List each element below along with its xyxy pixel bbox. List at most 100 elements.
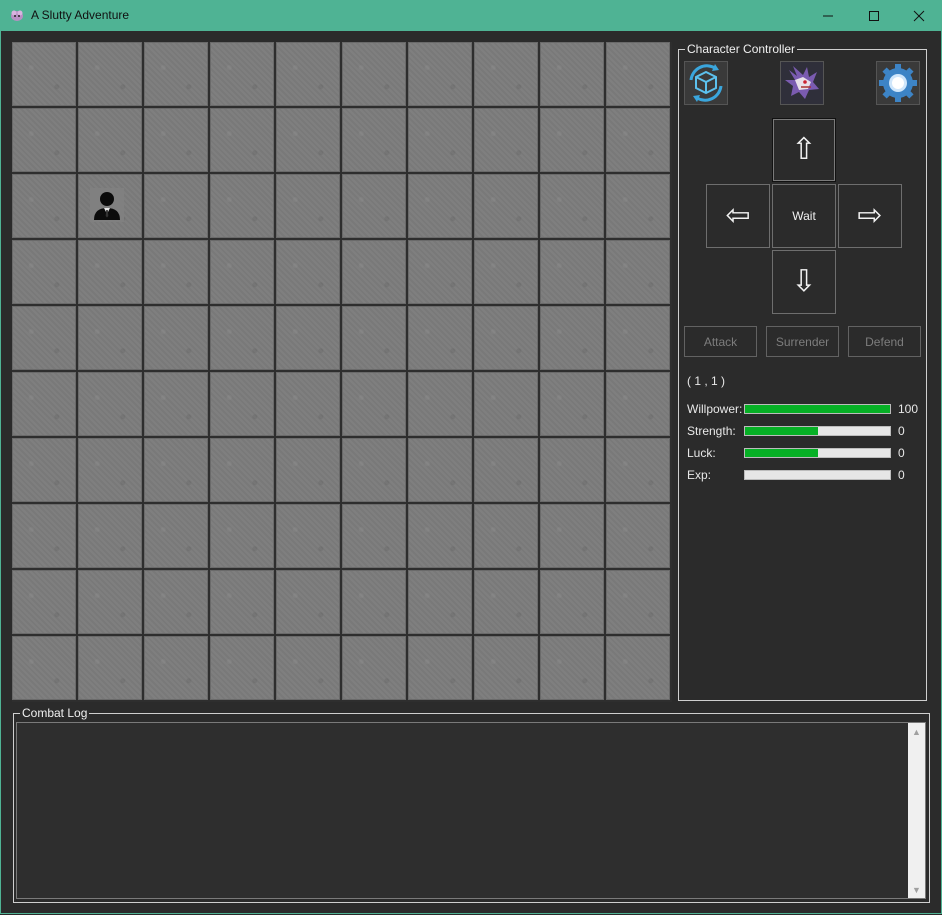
map-tile[interactable] <box>408 438 472 502</box>
map-tile[interactable] <box>342 504 406 568</box>
map-tile[interactable] <box>144 438 208 502</box>
map-tile[interactable] <box>12 636 76 700</box>
map-tile[interactable] <box>144 306 208 370</box>
map-tile[interactable] <box>408 108 472 172</box>
close-button[interactable] <box>896 0 942 31</box>
scroll-up-icon[interactable]: ▲ <box>908 723 925 740</box>
map-tile[interactable] <box>606 42 670 106</box>
map-tile[interactable] <box>144 636 208 700</box>
game-map-grid[interactable] <box>12 42 672 702</box>
map-tile[interactable] <box>78 108 142 172</box>
map-tile[interactable] <box>78 372 142 436</box>
map-tile[interactable] <box>540 570 604 634</box>
scroll-down-icon[interactable]: ▼ <box>908 881 925 898</box>
map-tile[interactable] <box>210 636 274 700</box>
map-tile[interactable] <box>78 240 142 304</box>
map-tile[interactable] <box>408 42 472 106</box>
map-tile[interactable] <box>474 438 538 502</box>
map-tile[interactable] <box>78 438 142 502</box>
map-tile[interactable] <box>210 504 274 568</box>
map-tile[interactable] <box>606 240 670 304</box>
map-tile[interactable] <box>210 240 274 304</box>
map-tile[interactable] <box>144 504 208 568</box>
map-tile[interactable] <box>540 504 604 568</box>
map-tile[interactable] <box>276 240 340 304</box>
map-tile[interactable] <box>276 636 340 700</box>
map-tile[interactable] <box>78 570 142 634</box>
map-tile[interactable] <box>78 636 142 700</box>
map-tile[interactable] <box>606 306 670 370</box>
map-tile[interactable] <box>540 372 604 436</box>
map-tile[interactable] <box>474 240 538 304</box>
map-tile[interactable] <box>540 438 604 502</box>
refresh-box-button[interactable] <box>684 61 728 105</box>
map-tile[interactable] <box>78 306 142 370</box>
map-tile[interactable] <box>342 306 406 370</box>
map-tile[interactable] <box>12 108 76 172</box>
dragon-portrait-button[interactable] <box>780 61 824 105</box>
settings-button[interactable] <box>876 61 920 105</box>
move-right-button[interactable]: ⇨ <box>838 184 902 248</box>
map-tile[interactable] <box>540 306 604 370</box>
map-tile[interactable] <box>12 306 76 370</box>
map-tile[interactable] <box>408 372 472 436</box>
move-up-button[interactable]: ⇧ <box>772 118 836 182</box>
map-tile[interactable] <box>12 240 76 304</box>
map-tile[interactable] <box>540 42 604 106</box>
map-tile[interactable] <box>210 108 274 172</box>
map-tile[interactable] <box>474 504 538 568</box>
map-tile[interactable] <box>276 108 340 172</box>
map-tile[interactable] <box>540 174 604 238</box>
map-tile[interactable] <box>12 438 76 502</box>
map-tile[interactable] <box>606 636 670 700</box>
map-tile[interactable] <box>78 42 142 106</box>
map-tile[interactable] <box>474 306 538 370</box>
map-tile[interactable] <box>408 636 472 700</box>
map-tile[interactable] <box>12 42 76 106</box>
map-tile[interactable] <box>540 108 604 172</box>
map-tile[interactable] <box>210 42 274 106</box>
map-tile[interactable] <box>276 174 340 238</box>
wait-button[interactable]: Wait <box>772 184 836 248</box>
title-bar[interactable]: A Slutty Adventure <box>0 0 942 31</box>
map-tile[interactable] <box>540 240 604 304</box>
map-tile[interactable] <box>210 306 274 370</box>
map-tile[interactable] <box>474 570 538 634</box>
map-tile[interactable] <box>276 306 340 370</box>
map-tile[interactable] <box>606 372 670 436</box>
map-tile[interactable] <box>540 636 604 700</box>
map-tile[interactable] <box>144 372 208 436</box>
combat-log-textbox[interactable]: ▲ ▼ <box>16 722 926 899</box>
map-tile[interactable] <box>276 372 340 436</box>
map-tile[interactable] <box>408 240 472 304</box>
map-tile[interactable] <box>474 636 538 700</box>
map-tile[interactable] <box>12 504 76 568</box>
map-tile[interactable] <box>342 108 406 172</box>
map-tile[interactable] <box>474 108 538 172</box>
map-tile[interactable] <box>12 372 76 436</box>
map-tile[interactable] <box>210 438 274 502</box>
map-tile[interactable] <box>276 438 340 502</box>
map-tile[interactable] <box>342 174 406 238</box>
map-tile[interactable] <box>144 42 208 106</box>
map-tile[interactable] <box>408 570 472 634</box>
defend-button[interactable]: Defend <box>848 326 921 357</box>
map-tile[interactable] <box>78 174 142 238</box>
map-tile[interactable] <box>606 174 670 238</box>
attack-button[interactable]: Attack <box>684 326 757 357</box>
map-tile[interactable] <box>474 174 538 238</box>
map-tile[interactable] <box>342 240 406 304</box>
map-tile[interactable] <box>342 570 406 634</box>
map-tile[interactable] <box>144 108 208 172</box>
map-tile[interactable] <box>342 636 406 700</box>
maximize-button[interactable] <box>851 0 897 31</box>
map-tile[interactable] <box>210 570 274 634</box>
map-tile[interactable] <box>606 438 670 502</box>
map-tile[interactable] <box>276 42 340 106</box>
map-tile[interactable] <box>12 174 76 238</box>
map-tile[interactable] <box>408 174 472 238</box>
map-tile[interactable] <box>342 42 406 106</box>
map-tile[interactable] <box>342 438 406 502</box>
map-tile[interactable] <box>144 570 208 634</box>
move-left-button[interactable]: ⇦ <box>706 184 770 248</box>
